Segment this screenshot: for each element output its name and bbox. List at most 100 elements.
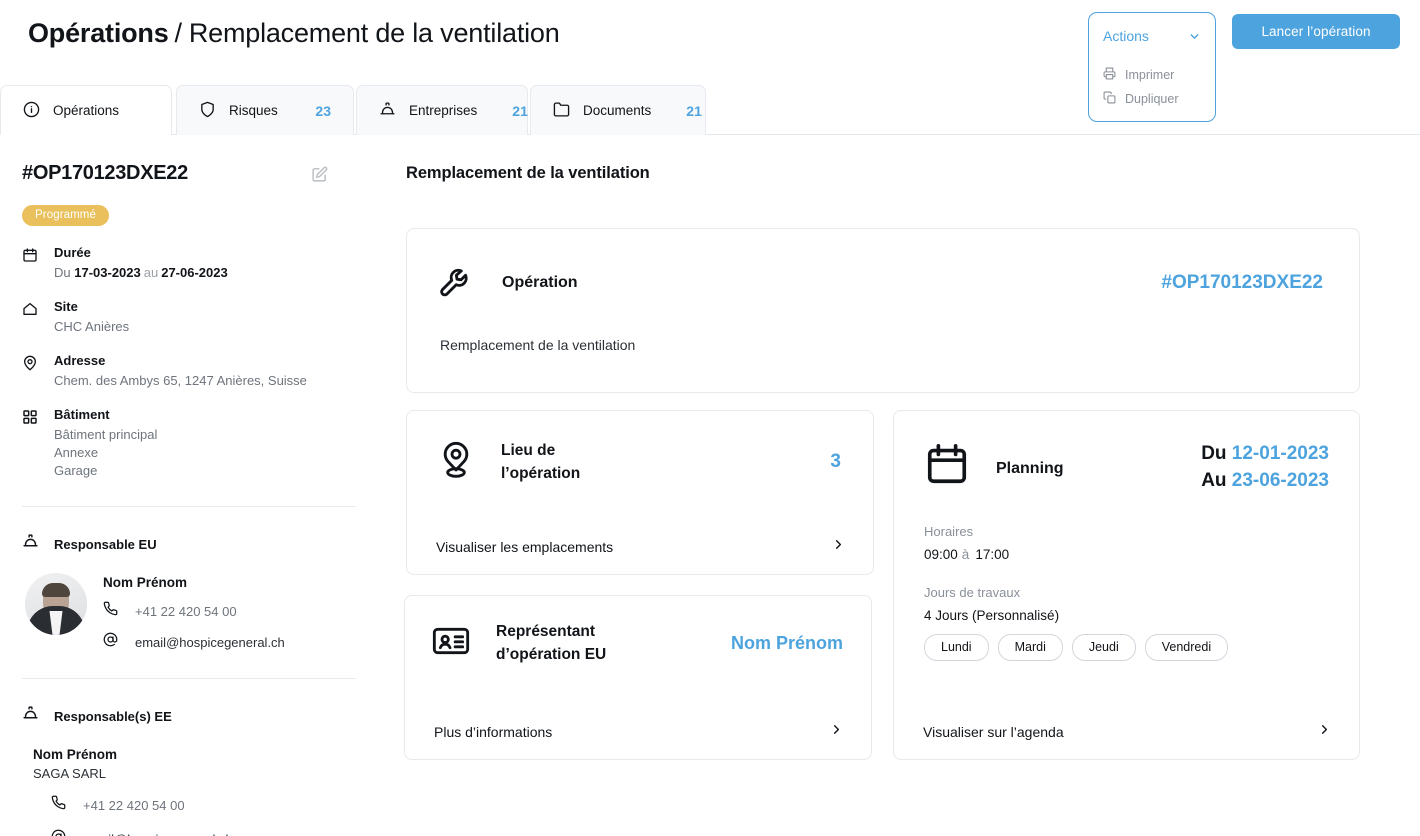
info-title: Bâtiment: [54, 407, 110, 422]
horaires-start: 09:00: [924, 546, 958, 562]
info-icon: [23, 101, 40, 121]
info-row-batiment: Bâtiment Bâtiment principal Annexe Garag…: [22, 407, 356, 478]
tab-operations[interactable]: Opérations: [0, 85, 172, 135]
operation-detail-page: Opérations / Remplacement de la ventilatio…: [0, 0, 1420, 836]
id-card-icon: [431, 621, 471, 666]
responsable-eu-person: Nom Prénom +41 22 420 54 00 email@hospic…: [22, 573, 356, 652]
planning-from-value: 12-01-2023: [1231, 443, 1329, 464]
sidebar-header: #OP170123DXE22: [22, 162, 356, 188]
breadcrumb: Opérations / Remplacement de la ventilatio…: [28, 18, 560, 49]
actions-menu-item-label: Dupliquer: [1125, 92, 1179, 106]
phone-icon: [103, 601, 119, 621]
location-card-footer-link[interactable]: Visualiser les emplacements: [407, 520, 873, 574]
at-sign-icon: [103, 632, 119, 652]
tab-label: Entreprises: [409, 103, 478, 118]
representative-card: Représentant d’opération EU Nom Prénom P…: [404, 595, 872, 760]
launch-operation-button[interactable]: Lancer l’opération: [1232, 14, 1400, 49]
chevron-down-icon: [1188, 30, 1201, 43]
planning-card-footer-link[interactable]: Visualiser sur l’agenda: [894, 705, 1359, 759]
responsable-ee-person: Nom Prénom SAGA SARL +41 22 420 54 00 em…: [22, 747, 356, 836]
batiment-value: Garage: [54, 463, 98, 478]
shield-icon: [199, 101, 216, 121]
responsable-eu-label: Responsable EU: [54, 536, 157, 552]
breadcrumb-current: Remplacement de la ventilation: [188, 18, 560, 48]
duree-value: Du 17-03-2023 au 27-06-2023: [54, 265, 356, 280]
tab-label: Documents: [583, 103, 652, 118]
tab-documents[interactable]: Documents 21: [530, 85, 706, 135]
helmet-icon: [379, 101, 396, 121]
breadcrumb-separator: /: [174, 18, 183, 48]
operation-card: Opération #OP170123DXE22 Remplacement de…: [406, 228, 1360, 393]
planning-card-footer-label: Visualiser sur l’agenda: [923, 724, 1064, 740]
location-card-title-line2: l’opération: [501, 465, 581, 483]
representative-card-footer-link[interactable]: Plus d’informations: [405, 705, 871, 759]
contact-phone-row[interactable]: +41 22 420 54 00: [51, 795, 356, 815]
calendar-icon: [924, 441, 970, 492]
location-count: 3: [830, 451, 841, 473]
tab-risques[interactable]: Risques 23: [176, 85, 354, 135]
company-name: SAGA SARL: [33, 766, 106, 781]
actions-dropdown[interactable]: Actions Imprimer Dupliquer: [1088, 12, 1216, 122]
adresse-value: Chem. des Ambys 65, 1247 Anières, Suisse: [54, 373, 307, 388]
day-chip[interactable]: Lundi: [924, 633, 989, 661]
day-chip[interactable]: Vendredi: [1144, 633, 1229, 661]
responsable-eu-header: Responsable EU: [22, 533, 356, 555]
actions-dropdown-toggle[interactable]: Actions: [1089, 25, 1215, 47]
planning-to-value: 23-06-2023: [1231, 469, 1329, 491]
operation-card-title: Opération: [502, 273, 578, 291]
calendar-icon: [22, 245, 40, 280]
contact-email-row[interactable]: email@hospicegeneral.ch: [103, 632, 356, 652]
edit-icon[interactable]: [311, 166, 328, 188]
chevron-right-icon: [829, 722, 844, 742]
operation-card-description: Remplacement de la ventilation: [440, 337, 636, 353]
person-name: Nom Prénom: [103, 575, 188, 590]
helmet-icon: [22, 533, 39, 555]
planning-card: Planning Du 12-01-2023 Au 23-06-2023 Hor…: [893, 410, 1360, 760]
actions-menu-item-imprimer[interactable]: Imprimer: [1089, 63, 1215, 87]
operation-id: #OP170123DXE22: [22, 162, 188, 184]
actions-menu-item-label: Imprimer: [1125, 68, 1175, 82]
location-card-title: Lieu de l’opération: [501, 439, 580, 486]
helmet-icon: [22, 705, 39, 727]
grid-icon: [22, 407, 40, 478]
info-title: Adresse: [54, 353, 106, 368]
folder-icon: [553, 101, 570, 121]
info-row-duree: Durée Du 17-03-2023 au 27-06-2023: [22, 245, 356, 280]
info-title: Site: [54, 299, 78, 314]
divider: [22, 678, 356, 679]
tab-entreprises[interactable]: Entreprises 21: [356, 85, 528, 135]
representative-card-footer-label: Plus d’informations: [434, 724, 553, 740]
planning-card-title: Planning: [996, 460, 1064, 477]
contact-phone: +41 22 420 54 00: [83, 797, 185, 813]
site-value: CHC Anières: [54, 319, 130, 334]
page-title: Remplacement de la ventilation: [406, 164, 650, 182]
actions-menu-item-dupliquer[interactable]: Dupliquer: [1089, 87, 1215, 111]
day-chip[interactable]: Jeudi: [1071, 633, 1136, 661]
chevron-right-icon: [831, 537, 846, 557]
phone-icon: [51, 795, 67, 815]
day-chip[interactable]: Mardi: [997, 633, 1063, 661]
contact-phone: +41 22 420 54 00: [135, 603, 237, 619]
tab-label: Risques: [229, 103, 278, 118]
contact-phone-row[interactable]: +41 22 420 54 00: [103, 601, 356, 621]
representative-name[interactable]: Nom Prénom: [731, 633, 871, 654]
jours-travaux-value: 4 Jours (Personnalisé): [924, 607, 1060, 623]
info-row-site: Site CHC Anières: [22, 299, 356, 334]
batiment-value: Bâtiment principal: [54, 427, 158, 442]
person-name: Nom Prénom: [33, 747, 118, 762]
representative-card-title-line1: Représentant: [496, 623, 596, 640]
top-bar: Opérations / Remplacement de la ventilatio…: [0, 0, 1420, 122]
contact-email: email@hospicegeneral.ch: [83, 832, 233, 836]
representative-card-title-line2: d’opération EU: [496, 646, 607, 664]
horaires-label: Horaires: [924, 523, 974, 539]
home-icon: [22, 299, 40, 334]
breadcrumb-root[interactable]: Opérations: [28, 18, 169, 48]
duree-from-value: 17-03-2023: [74, 265, 141, 280]
horaires-separator: à: [961, 546, 970, 562]
contact-email-row[interactable]: email@hospicegeneral.ch: [51, 829, 356, 836]
printer-icon: [1103, 67, 1116, 83]
operation-card-code[interactable]: #OP170123DXE22: [1161, 272, 1359, 294]
responsable-ee-label: Responsable(s) EE: [54, 708, 172, 724]
wrench-icon: [438, 261, 476, 304]
divider: [22, 506, 356, 507]
